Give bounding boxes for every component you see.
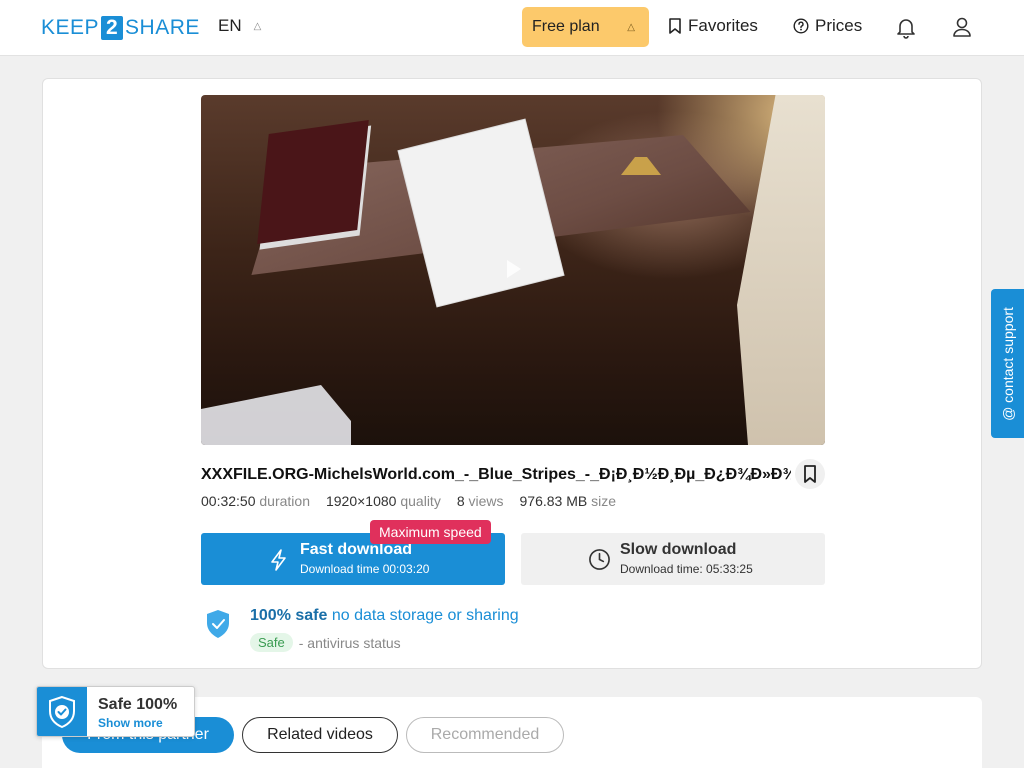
shield-check-icon [49, 695, 75, 728]
header: KEEP 2 SHARE EN △ Free plan △ Favorites … [0, 0, 1024, 56]
meta-views: 8 views [456, 493, 504, 509]
video-preview[interactable] [201, 95, 825, 445]
contact-support-label: @ contact support [999, 306, 1016, 421]
lightning-icon [271, 549, 286, 571]
video-scene-highlight [201, 385, 351, 445]
video-scene-book [257, 119, 369, 245]
language-label: EN [218, 16, 242, 35]
bookmark-button[interactable] [795, 459, 825, 489]
user-icon[interactable] [950, 15, 974, 39]
logo-text-right: SHARE [125, 16, 200, 39]
nav-prices-label: Prices [815, 16, 863, 35]
tab-related-videos[interactable]: Related videos [242, 717, 398, 753]
language-selector[interactable]: EN △ [218, 16, 261, 36]
clock-icon [589, 549, 610, 570]
file-title: XXXFILE.ORG-MichelsWorld.com_-_Blue_Stri… [201, 466, 791, 483]
slow-download-label: Slow download [620, 541, 737, 558]
chevron-up-icon: △ [253, 20, 262, 32]
shield-check-icon [207, 610, 229, 638]
question-circle-icon [793, 18, 809, 34]
nav-favorites-label: Favorites [688, 16, 758, 35]
logo-number: 2 [101, 16, 124, 40]
file-meta: 00:32:50 duration 1920×1080 quality 8 vi… [201, 493, 616, 509]
safe-badge-icon-box [37, 687, 87, 736]
contact-support-tab[interactable]: @ contact support [991, 289, 1024, 438]
play-icon[interactable] [507, 260, 521, 278]
fast-download-time: Download time 00:03:20 [300, 562, 430, 576]
slow-download-time: Download time: 05:33:25 [620, 562, 753, 576]
plan-button[interactable]: Free plan △ [522, 7, 649, 47]
antivirus-status: Safe - antivirus status [250, 633, 401, 652]
chevron-up-icon: △ [627, 21, 635, 33]
logo-text-left: KEEP [41, 16, 100, 39]
safe-badge-title: Safe 100% [98, 696, 178, 713]
logo[interactable]: KEEP 2 SHARE [41, 15, 200, 41]
status-badge: Safe [250, 633, 293, 652]
meta-quality: 1920×1080 quality [325, 493, 441, 509]
meta-size: 976.83 MB size [519, 493, 617, 509]
safe-badge[interactable]: Safe 100% Show more [36, 686, 195, 737]
antivirus-status-text: - antivirus status [298, 634, 401, 651]
bookmark-icon [669, 18, 681, 34]
file-card: XXXFILE.ORG-MichelsWorld.com_-_Blue_Stri… [42, 78, 982, 669]
slow-download-button[interactable]: Slow download Download time: 05:33:25 [521, 533, 825, 585]
maximum-speed-badge: Maximum speed [370, 520, 491, 544]
safety-headline: 100% safe no data storage or sharing [250, 607, 519, 624]
bell-icon[interactable] [894, 15, 918, 39]
nav-prices[interactable]: Prices [793, 16, 862, 36]
nav-favorites[interactable]: Favorites [668, 16, 758, 36]
plan-label: Free plan [532, 18, 600, 35]
bookmark-icon [804, 465, 816, 483]
show-more-link[interactable]: Show more [98, 716, 163, 730]
video-scene-wall [737, 95, 825, 445]
meta-duration: 00:32:50 duration [201, 493, 310, 509]
tab-recommended[interactable]: Recommended [406, 717, 564, 753]
video-scene-lamp [621, 115, 661, 175]
